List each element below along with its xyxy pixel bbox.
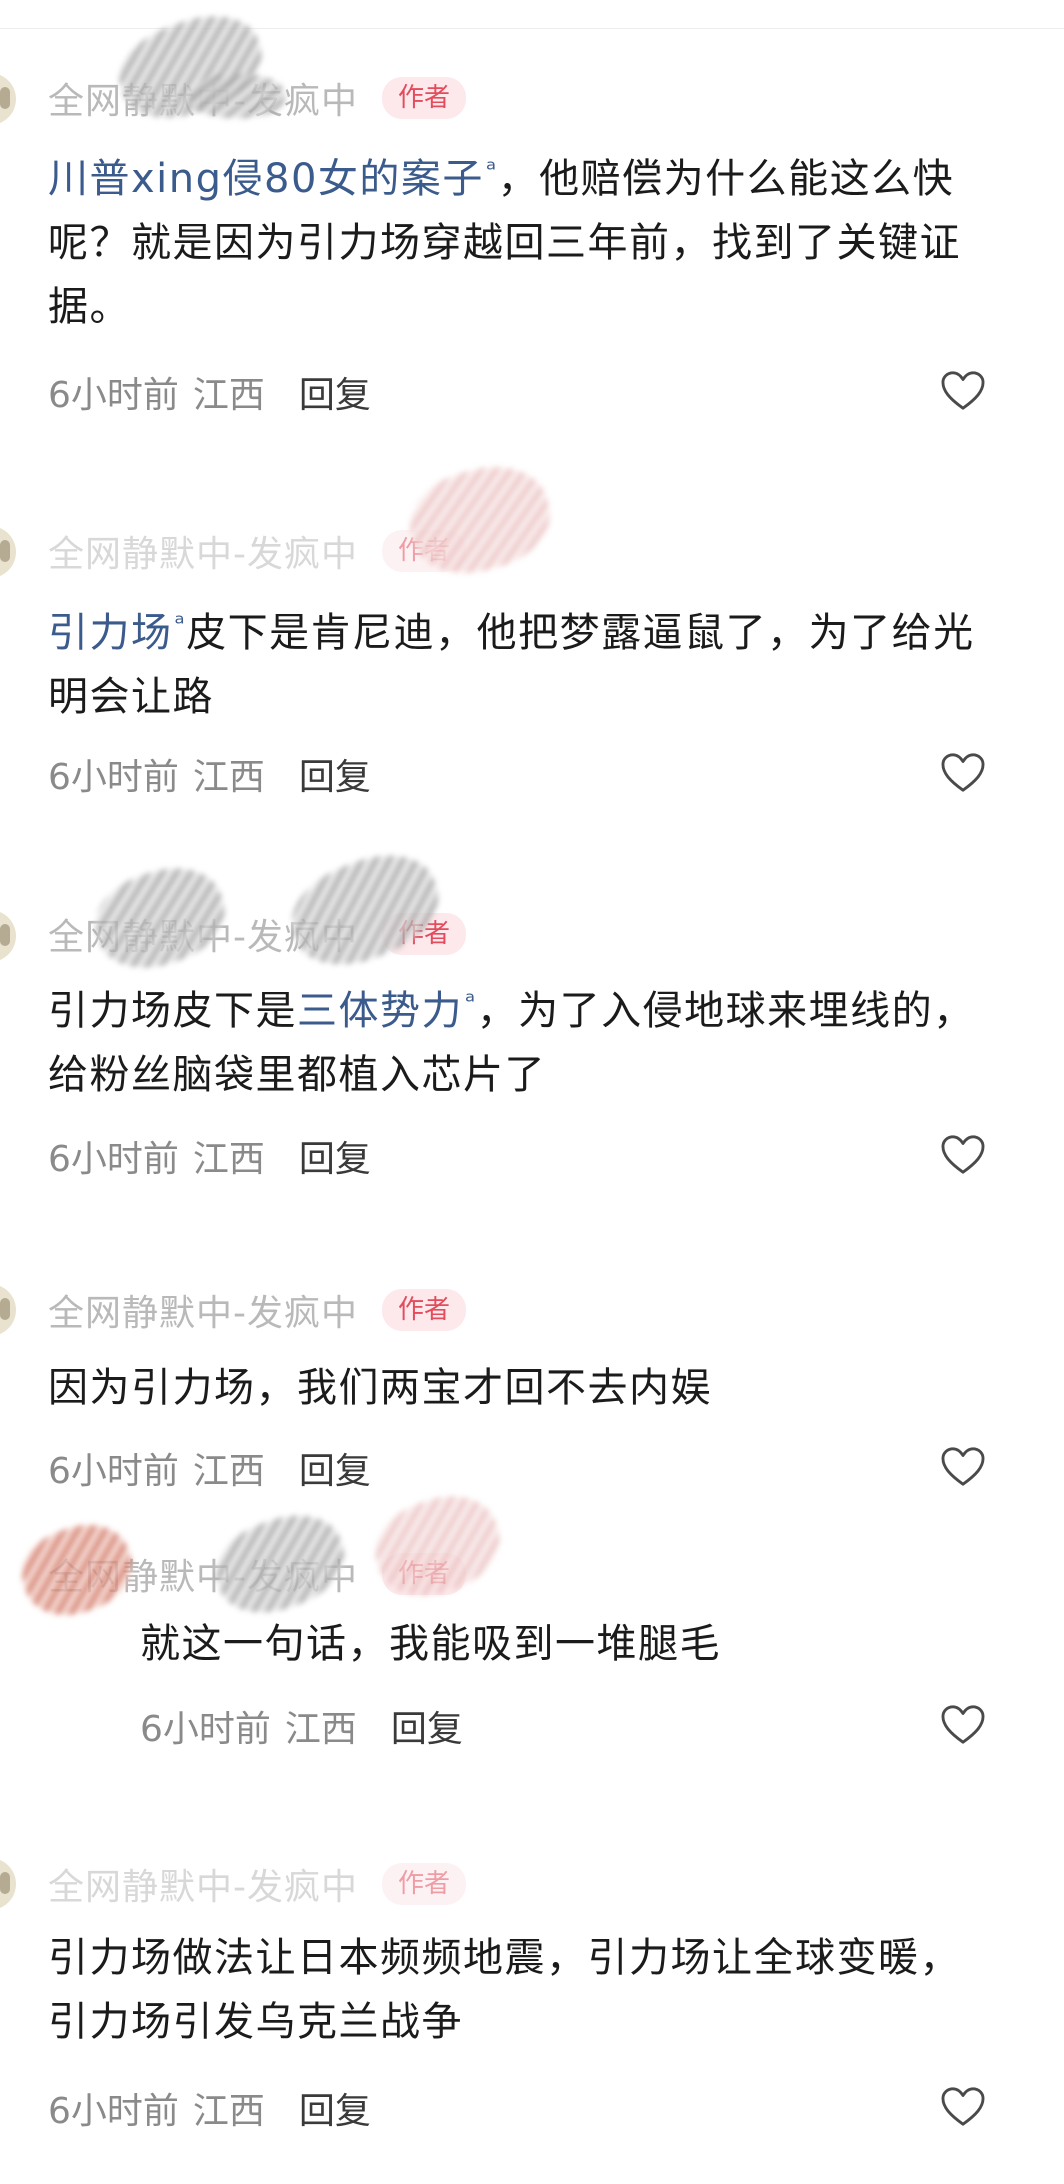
reply-button[interactable]: 回复 <box>299 2082 371 2134</box>
privacy-blur <box>10 1511 144 1629</box>
author-badge: 作者 <box>382 77 467 119</box>
username[interactable]: 全网静默中-发疯中 <box>48 1858 358 1910</box>
reply-button[interactable]: 回复 <box>299 1130 371 1182</box>
author-badge: 作者 <box>382 1289 467 1331</box>
comment-time: 6小时前 <box>48 1139 179 1180</box>
comment-time: 6小时前 <box>48 1451 179 1492</box>
comment-text: 因为引力场，我们两宝才回不去内娱 <box>48 1365 712 1411</box>
comment-text: 川普xing侵80女的案子ᵃ，他赔偿为什么能这么快呢？就是因为引力场穿越回三年前… <box>48 155 961 330</box>
privacy-blur <box>83 854 237 982</box>
comment-meta: 6小时前 江西 回复 <box>48 1130 371 1182</box>
avatar[interactable] <box>0 1284 16 1336</box>
heart-icon[interactable] <box>940 752 986 794</box>
comment-text: 引力场皮下是三体势力ᵃ，为了入侵地球来埋线的，给粉丝脑袋里都植入芯片了 <box>48 987 975 1098</box>
comment-time: 6小时前 <box>48 757 179 798</box>
comment-header: 全网静默中-发疯中 作者 <box>48 1284 467 1336</box>
comment-meta: 6小时前 江西 回复 <box>48 748 371 800</box>
comment-text: 引力场ᵃ皮下是肯尼迪，他把梦露逼鼠了，为了给光明会让路 <box>48 609 975 720</box>
comment-time: 6小时前 <box>140 1709 271 1750</box>
comment-meta: 6小时前 江西 回复 <box>48 366 371 418</box>
comment-location: 江西 <box>284 1709 357 1750</box>
search-link[interactable]: 三体势力 <box>297 988 463 1034</box>
avatar[interactable] <box>0 526 16 578</box>
avatar[interactable] <box>0 73 16 125</box>
reply-button[interactable]: 回复 <box>299 1442 371 1494</box>
comment-time: 6小时前 <box>48 375 179 416</box>
privacy-blur <box>203 1500 357 1628</box>
search-link[interactable]: 川普xing侵80女的案子 <box>48 156 484 202</box>
top-divider <box>0 28 1064 29</box>
avatar[interactable] <box>0 1858 16 1910</box>
reply-button[interactable]: 回复 <box>299 366 371 418</box>
comment-location: 江西 <box>192 2091 265 2132</box>
comment-text: 就这一句话，我能吸到一堆腿毛 <box>140 1621 721 1667</box>
heart-icon[interactable] <box>940 2086 986 2128</box>
avatar[interactable] <box>0 910 16 962</box>
privacy-blur <box>277 837 453 983</box>
reply-button[interactable]: 回复 <box>391 1700 463 1752</box>
search-icon[interactable]: ᵃ <box>175 609 187 639</box>
comment-location: 江西 <box>192 375 265 416</box>
privacy-blur <box>190 74 285 118</box>
heart-icon[interactable] <box>940 1134 986 1176</box>
comment-location: 江西 <box>192 757 265 798</box>
search-icon[interactable]: ᵃ <box>465 987 477 1017</box>
comment-meta: 6小时前 江西 回复 <box>140 1700 463 1752</box>
username[interactable]: 全网静默中-发疯中 <box>48 1284 358 1336</box>
search-link[interactable]: 引力场 <box>48 610 173 656</box>
comment-meta: 6小时前 江西 回复 <box>48 1442 371 1494</box>
comment-meta: 6小时前 江西 回复 <box>48 2082 371 2134</box>
heart-icon[interactable] <box>940 370 986 412</box>
reply-button[interactable]: 回复 <box>299 748 371 800</box>
heart-icon[interactable] <box>940 1704 986 1746</box>
comment-time: 6小时前 <box>48 2091 179 2132</box>
comment-text: 引力场做法让日本频频地震，引力场让全球变暖，引力场引发乌克兰战争 <box>48 1935 961 2045</box>
comment-location: 江西 <box>192 1451 265 1492</box>
comment-header: 全网静默中-发疯中 作者 <box>48 1858 467 1910</box>
heart-icon[interactable] <box>940 1446 986 1488</box>
comment-location: 江西 <box>192 1139 265 1180</box>
author-badge: 作者 <box>382 1863 467 1905</box>
username[interactable]: 全网静默中-发疯中 <box>48 525 358 577</box>
comment-header: 全网静默中-发疯中 作者 <box>48 525 467 577</box>
search-icon[interactable]: ᵃ <box>486 155 498 185</box>
